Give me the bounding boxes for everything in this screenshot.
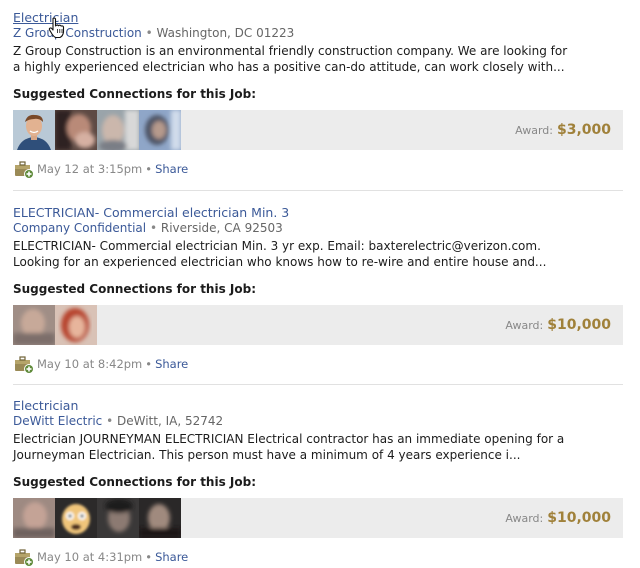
job-description: Z Group Construction is an environmental…: [13, 43, 573, 75]
share-link[interactable]: Share: [155, 357, 188, 371]
job-listing: ELECTRICIAN- Commercial electrician Min.…: [13, 205, 623, 375]
separator: •: [145, 550, 153, 564]
job-title-link[interactable]: Electrician: [13, 398, 78, 413]
job-meta: May 12 at 3:15pm • Share: [13, 158, 623, 180]
connection-avatar[interactable]: [97, 110, 139, 150]
award-label: Award:: [505, 319, 544, 332]
suggested-connections-label: Suggested Connections for this Job:: [13, 475, 257, 489]
connection-photos: [13, 498, 181, 538]
separator: •: [145, 26, 153, 40]
separator: •: [145, 162, 153, 176]
job-listing: Electrician DeWitt Electric • DeWitt, IA…: [13, 398, 623, 568]
job-description-line: a highly experienced electrician who has…: [13, 60, 565, 74]
divider: [13, 190, 623, 191]
briefcase-add-icon: [15, 356, 34, 374]
job-location: Riverside, CA 92503: [160, 221, 283, 235]
job-title-link[interactable]: ELECTRICIAN- Commercial electrician Min.…: [13, 205, 289, 220]
divider: [13, 384, 623, 385]
posted-date: May 12 at 3:15pm: [37, 162, 143, 176]
suggested-connections-label: Suggested Connections for this Job:: [13, 87, 257, 101]
suggested-connections-bar: Award: $10,000: [13, 305, 623, 345]
job-location: DeWitt, IA, 52742: [116, 414, 224, 428]
award: Award: $3,000: [515, 110, 611, 151]
award: Award: $10,000: [505, 305, 611, 346]
separator: •: [145, 357, 153, 371]
company-link[interactable]: Company Confidential: [13, 221, 146, 235]
connection-photos: [13, 305, 97, 345]
connection-avatar[interactable]: [97, 498, 139, 538]
briefcase-add-icon: [15, 549, 34, 567]
award: Award: $10,000: [505, 498, 611, 539]
award-amount: $10,000: [547, 510, 611, 526]
job-description: ELECTRICIAN- Commercial electrician Min.…: [13, 238, 573, 270]
award-label: Award:: [505, 512, 544, 525]
connection-avatar[interactable]: [139, 498, 181, 538]
connection-avatar[interactable]: [139, 110, 181, 150]
job-description-line: ELECTRICIAN- Commercial electrician Min.…: [13, 239, 541, 253]
share-link[interactable]: Share: [155, 550, 188, 564]
award-amount: $10,000: [547, 317, 611, 333]
job-description-line: Journeyman Electrician. This person must…: [13, 448, 521, 462]
suggested-connections-bar: Award: $10,000: [13, 498, 623, 538]
connection-avatar[interactable]: [55, 498, 97, 538]
company-link[interactable]: DeWitt Electric: [13, 414, 102, 428]
job-description-line: Electrician JOURNEYMAN ELECTRICIAN Elect…: [13, 432, 565, 446]
connection-avatar[interactable]: [55, 305, 97, 345]
job-description-line: Looking for an experienced electrician w…: [13, 255, 547, 269]
award-amount: $3,000: [556, 122, 611, 138]
connection-photos: [13, 110, 181, 150]
connection-avatar[interactable]: [13, 305, 55, 345]
connection-avatar[interactable]: [13, 110, 55, 150]
posted-date: May 10 at 8:42pm: [37, 357, 143, 371]
company-line: Company Confidential • Riverside, CA 925…: [13, 221, 623, 236]
hand-cursor-icon: [48, 17, 65, 39]
connection-avatar[interactable]: [13, 498, 55, 538]
job-listing: Electrician Z Group Construction • Washi…: [13, 10, 623, 180]
share-link[interactable]: Share: [155, 162, 188, 176]
connection-avatar[interactable]: [55, 110, 97, 150]
suggested-connections-label: Suggested Connections for this Job:: [13, 282, 257, 296]
company-line: DeWitt Electric • DeWitt, IA, 52742: [13, 414, 623, 429]
award-label: Award:: [515, 124, 553, 137]
company-line: Z Group Construction • Washington, DC 01…: [13, 26, 623, 41]
job-title-link[interactable]: Electrician: [13, 10, 78, 25]
job-description-line: Z Group Construction is an environmental…: [13, 44, 568, 58]
suggested-connections-bar: Award: $3,000: [13, 110, 623, 150]
job-description: Electrician JOURNEYMAN ELECTRICIAN Elect…: [13, 431, 573, 463]
job-meta: May 10 at 4:31pm • Share: [13, 546, 623, 568]
job-meta: May 10 at 8:42pm • Share: [13, 353, 623, 375]
company-link[interactable]: Z Group Construction: [13, 26, 142, 40]
briefcase-add-icon: [15, 161, 34, 179]
posted-date: May 10 at 4:31pm: [37, 550, 143, 564]
job-location: Washington, DC 01223: [156, 26, 295, 40]
separator: •: [106, 414, 114, 428]
separator: •: [149, 221, 158, 235]
